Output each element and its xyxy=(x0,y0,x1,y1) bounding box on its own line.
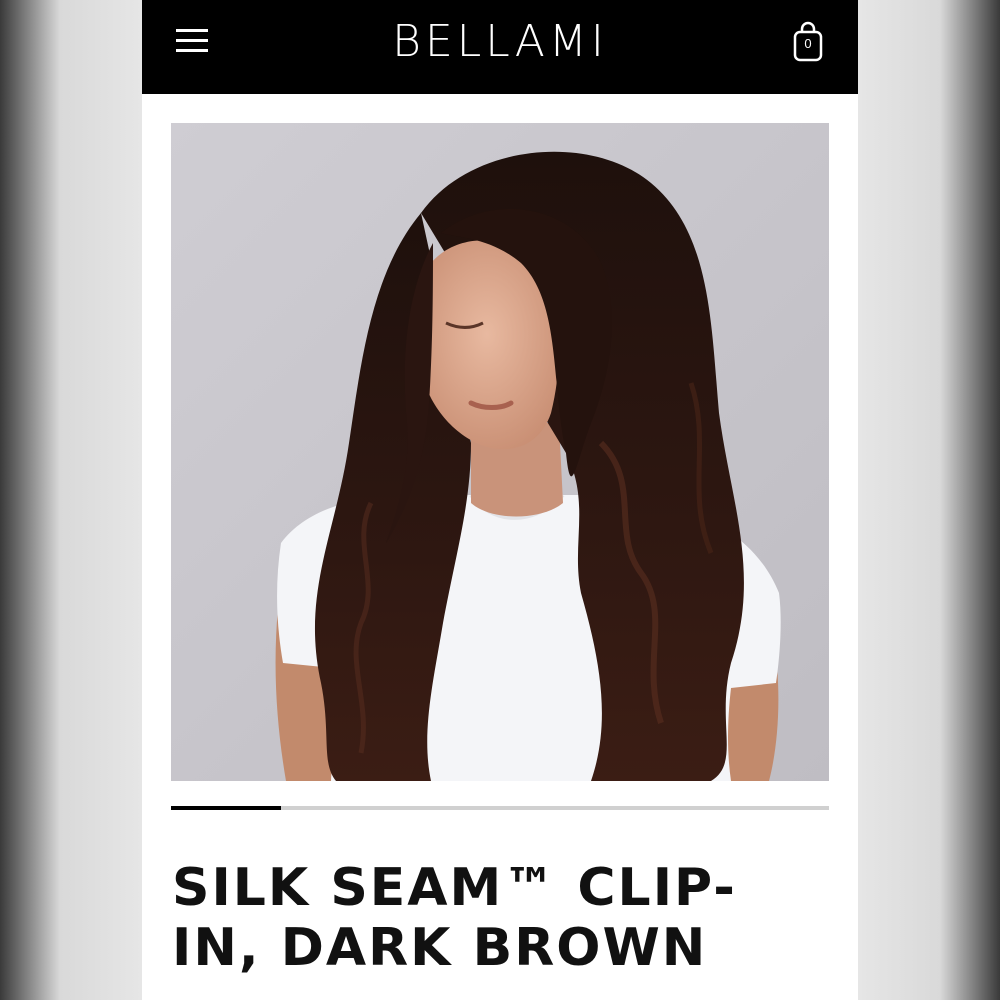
product-title-line-1: SILK SEAM™ CLIP- xyxy=(172,858,737,918)
product-title: SILK SEAM™ CLIP- IN, DARK BROWN xyxy=(172,858,832,978)
hair-model-photo xyxy=(171,123,829,781)
image-carousel-progress[interactable] xyxy=(171,806,829,810)
mobile-page: BELLAMI 0 SILK SEAM™ CLIP- IN, DARK BROW… xyxy=(142,0,858,1000)
product-hero-image[interactable] xyxy=(171,123,829,781)
site-header: BELLAMI 0 xyxy=(142,0,858,94)
product-title-line-2: IN, DARK BROWN xyxy=(172,918,708,978)
cart-count-badge: 0 xyxy=(804,36,812,51)
shopping-bag-icon[interactable]: 0 xyxy=(786,18,830,64)
brand-logo[interactable]: BELLAMI xyxy=(142,17,858,67)
carousel-progress-fill xyxy=(171,806,281,810)
